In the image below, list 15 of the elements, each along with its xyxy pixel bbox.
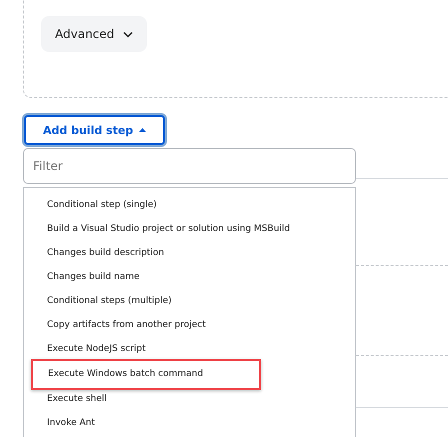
menu-item[interactable]: Execute NodeJS script xyxy=(24,337,355,361)
advanced-button[interactable]: Advanced xyxy=(41,16,148,52)
menu-item[interactable]: Conditional step (single) xyxy=(24,193,355,217)
caret-up-icon xyxy=(139,128,146,132)
menu-item[interactable]: Changes build name xyxy=(24,265,355,289)
menu-item[interactable]: Build a Visual Studio project or solution using MSBuild xyxy=(24,217,355,241)
menu-item[interactable]: Conditional steps (multiple) xyxy=(24,289,355,313)
menu-item[interactable]: Copy artifacts from another project xyxy=(24,313,355,337)
filter-field[interactable]: Filter xyxy=(23,148,356,184)
menu-item[interactable]: Changes build description xyxy=(24,241,355,265)
menu-item[interactable]: Execute shell xyxy=(24,387,355,411)
menu-item[interactable]: Execute Windows batch command xyxy=(31,359,261,390)
chevron-down-icon xyxy=(123,30,134,38)
menu-item[interactable]: Invoke Ant xyxy=(24,411,355,435)
add-build-step-button[interactable]: Add build step xyxy=(24,115,166,145)
